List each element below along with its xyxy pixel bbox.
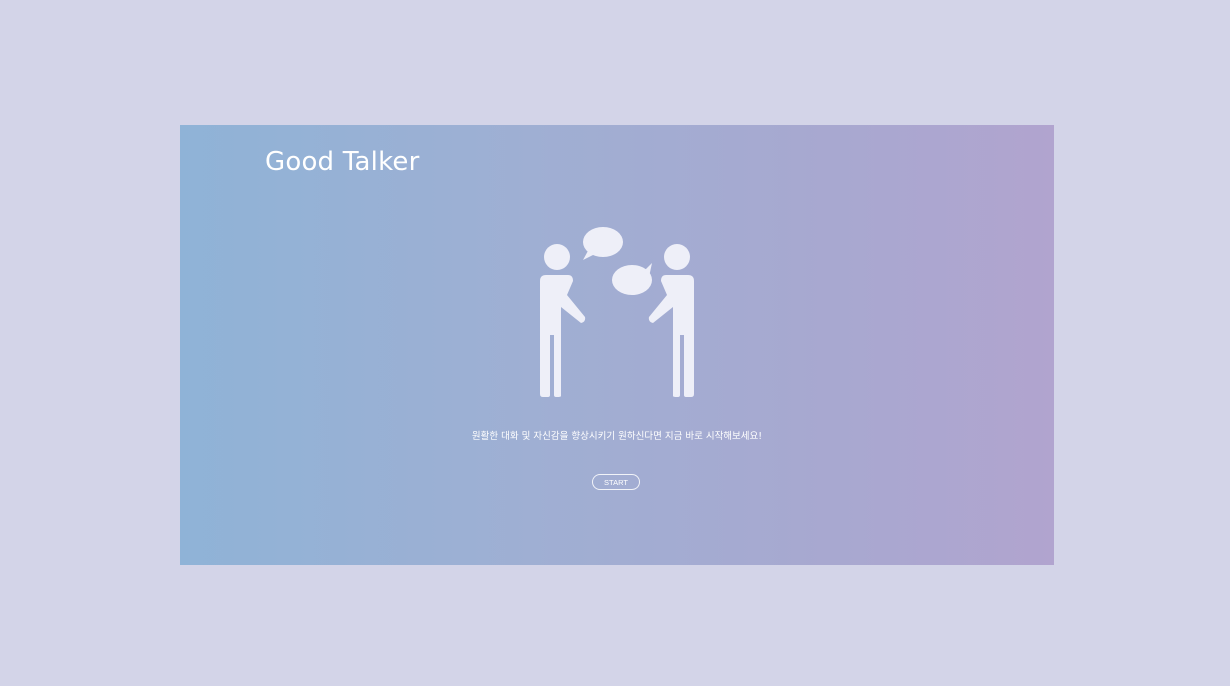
two-people-talking-icon bbox=[535, 225, 699, 397]
app-title: Good Talker bbox=[265, 147, 420, 177]
landing-card: Good Talker 원활한 대화 및 자신감을 향상시키기 원하신다면 지금… bbox=[180, 125, 1054, 565]
start-button[interactable]: START bbox=[592, 474, 640, 490]
tagline-text: 원활한 대화 및 자신감을 향상시키기 원하신다면 지금 바로 시작해보세요! bbox=[471, 431, 763, 442]
